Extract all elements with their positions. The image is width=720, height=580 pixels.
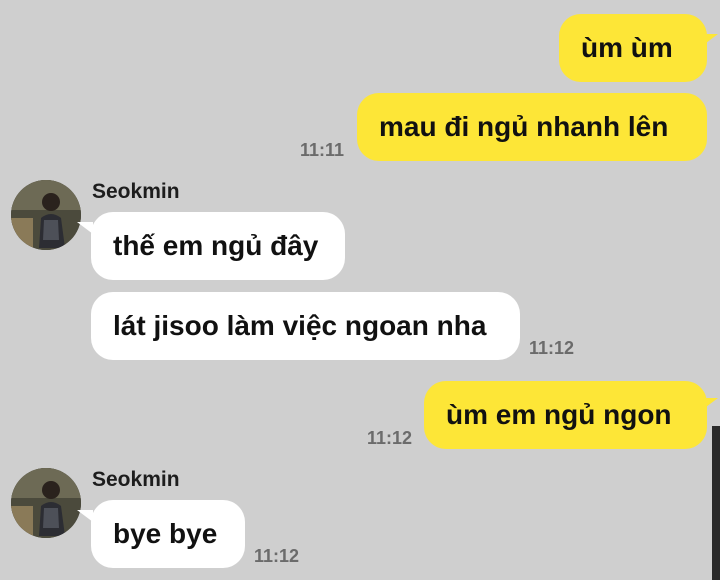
sender-avatar[interactable] xyxy=(11,180,81,250)
bubble-tail xyxy=(77,222,93,234)
incoming-message-bubble[interactable]: bye bye xyxy=(91,500,245,568)
outgoing-message-bubble[interactable]: ùm ùm xyxy=(559,14,707,82)
sender-avatar[interactable] xyxy=(11,468,81,538)
bubble-tail xyxy=(77,510,93,522)
message-text: thế em ngủ đây xyxy=(113,230,319,261)
message-timestamp: 11:12 xyxy=(529,338,575,358)
incoming-message-bubble[interactable]: lát jisoo làm việc ngoan nha xyxy=(91,292,520,360)
outgoing-message-bubble[interactable]: mau đi ngủ nhanh lên xyxy=(357,93,707,161)
incoming-message-bubble[interactable]: thế em ngủ đây xyxy=(91,212,345,280)
bubble-tail xyxy=(702,34,718,46)
sender-name: Seokmin xyxy=(92,180,180,203)
avatar-photo-icon xyxy=(11,468,81,538)
sender-name: Seokmin xyxy=(92,468,180,491)
message-text: lát jisoo làm việc ngoan nha xyxy=(113,310,487,341)
message-text: mau đi ngủ nhanh lên xyxy=(379,111,669,142)
message-text: bye bye xyxy=(113,518,218,549)
message-timestamp: 11:11 xyxy=(300,140,345,160)
scrollbar[interactable] xyxy=(712,426,720,580)
outgoing-message-bubble[interactable]: ùm em ngủ ngon xyxy=(424,381,707,449)
message-timestamp: 11:12 xyxy=(367,428,413,448)
chat-thread[interactable]: ùm ùm mau đi ngủ nhanh lên 11:11 Seokmin… xyxy=(0,0,720,580)
message-timestamp: 11:12 xyxy=(254,546,300,566)
bubble-tail xyxy=(702,398,718,410)
message-text: ùm ùm xyxy=(581,32,673,63)
avatar-photo-icon xyxy=(11,180,81,250)
message-text: ùm em ngủ ngon xyxy=(446,399,672,430)
